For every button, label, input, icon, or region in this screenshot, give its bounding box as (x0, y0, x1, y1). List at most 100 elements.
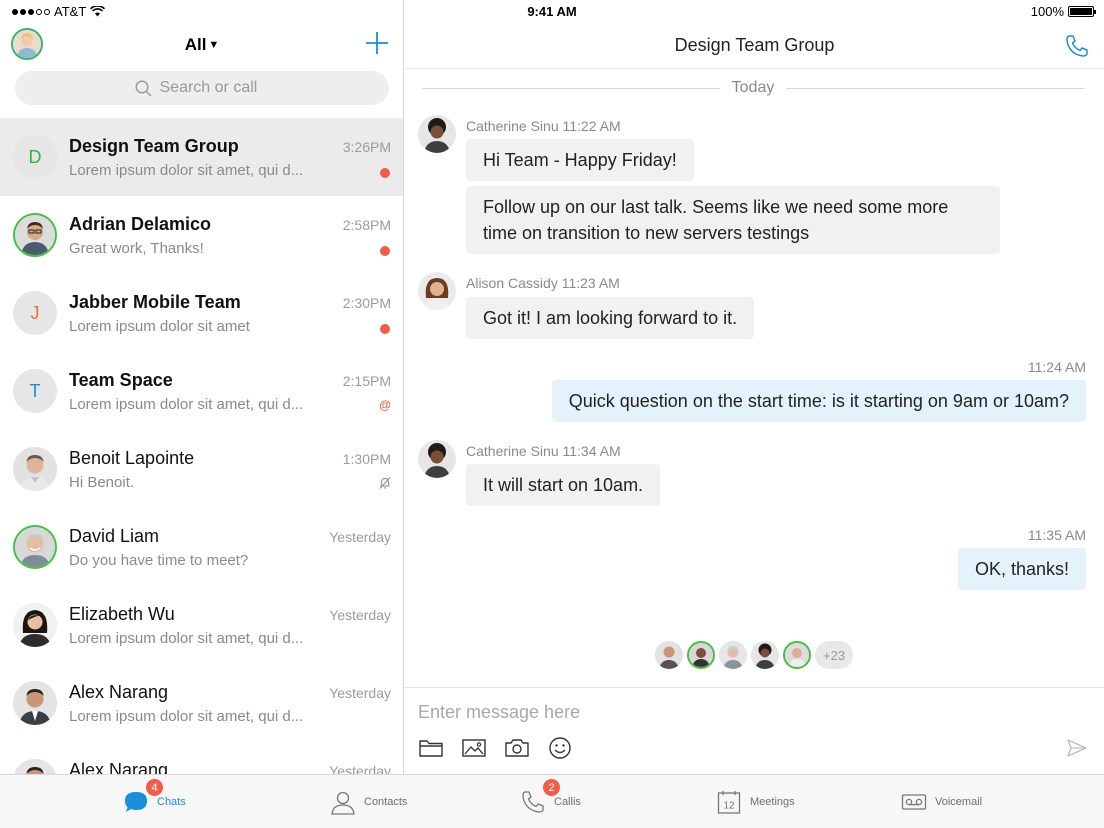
chats-badge: 4 (146, 779, 163, 796)
camera-button[interactable] (504, 736, 530, 760)
svg-text:12: 12 (723, 801, 735, 812)
chat-time: 2:30PM (342, 295, 391, 311)
chat-initial-avatar: D (13, 135, 57, 179)
new-chat-button[interactable] (364, 30, 390, 56)
chat-item-alex-narang-2[interactable]: Alex Narang Yesterday (0, 742, 403, 774)
chat-preview: Great work, Thanks! (69, 240, 204, 257)
chat-preview: Hi Benoit. (69, 474, 135, 491)
filter-label: All (184, 35, 207, 54)
chat-item-elizabeth-wu[interactable]: Elizabeth Wu Lorem ipsum dolor sit amet,… (0, 586, 403, 664)
more-readers-count: +23 (815, 641, 854, 669)
sender-avatar[interactable] (418, 115, 456, 153)
day-separator: Today (422, 79, 1085, 97)
day-separator-label: Today (731, 79, 775, 96)
chat-item-adrian-delamico[interactable]: Adrian Delamico Great work, Thanks! 2:58… (0, 196, 403, 274)
smiley-icon (549, 737, 571, 759)
camera-icon (505, 739, 529, 757)
chat-time: Yesterday (329, 763, 391, 774)
chat-item-alex-narang[interactable]: Alex Narang Lorem ipsum dolor sit amet, … (0, 664, 403, 742)
chat-preview: Lorem ipsum dolor sit amet, qui d... (69, 630, 304, 647)
chat-preview: Lorem ipsum dolor sit amet (69, 318, 250, 335)
folder-icon (419, 740, 443, 757)
message-input[interactable] (418, 698, 1018, 726)
tab-label: Voicemail (935, 796, 983, 808)
tab-label: Chats (157, 796, 186, 808)
chat-item-david-liam[interactable]: David Liam Do you have time to meet? Yes… (0, 508, 403, 586)
avatar (13, 213, 57, 257)
message-sender-meta: Alison Cassidy 11:23 AM (466, 275, 620, 291)
chat-item-jabber-mobile-team[interactable]: J Jabber Mobile Team Lorem ipsum dolor s… (0, 274, 403, 352)
reader-avatar (719, 641, 747, 669)
message-line: Follow up on our last talk. Seems like w… (483, 197, 949, 217)
tab-contacts[interactable]: Contacts (330, 775, 407, 828)
chat-preview: Do you have time to meet? (69, 552, 249, 569)
chat-initial-avatar: J (13, 291, 57, 335)
chat-time: 2:58PM (342, 217, 391, 233)
reader-avatar (783, 641, 811, 669)
message-time: 11:35 AM (1027, 527, 1086, 543)
tab-label: Meetings (750, 796, 795, 808)
message-sender-meta: Catherine Sinu 11:22 AM (466, 118, 621, 134)
chat-time: Yesterday (329, 607, 391, 623)
mention-icon: @ (379, 398, 391, 412)
header-divider (405, 68, 1104, 69)
chat-bubble-icon: 4 (123, 779, 163, 815)
chat-item-design-team-group[interactable]: D Design Team Group Lorem ipsum dolor si… (0, 118, 403, 196)
conversation-title: Design Team Group (674, 35, 835, 55)
chat-list-panel: All▼ D Design Team Group Lorem ipsum dol… (0, 0, 404, 774)
message-bubble[interactable]: Follow up on our last talk. Seems like w… (466, 186, 1000, 254)
chat-name: Jabber Mobile Team (69, 292, 241, 312)
unread-dot (380, 168, 390, 178)
my-message-bubble[interactable]: OK, thanks! (957, 548, 1086, 590)
plus-icon (366, 32, 388, 54)
call-button[interactable] (1064, 33, 1090, 59)
attach-file-button[interactable] (418, 736, 444, 760)
chat-initial-avatar: T (13, 369, 57, 413)
tab-meetings[interactable]: 12 Meetings (716, 775, 795, 828)
reader-avatar (751, 641, 779, 669)
chat-list: D Design Team Group Lorem ipsum dolor si… (0, 118, 403, 774)
tab-chats[interactable]: 4 Chats (123, 775, 186, 828)
avatar (13, 525, 57, 569)
search-bar[interactable] (15, 71, 389, 105)
phone-icon (1066, 35, 1088, 57)
message-time: 11:24 AM (1027, 359, 1086, 375)
message-line: time on transition to new servers testin… (483, 223, 810, 243)
send-button[interactable] (1066, 737, 1088, 759)
chat-time: 3:26PM (342, 139, 391, 155)
sender-avatar[interactable] (418, 272, 456, 310)
caret-down-icon: ▼ (208, 39, 220, 51)
chat-item-team-space[interactable]: T Team Space Lorem ipsum dolor sit amet,… (0, 352, 403, 430)
message-bubble[interactable]: It will start on 10am. (466, 464, 661, 506)
avatar (13, 447, 57, 491)
sender-avatar[interactable] (418, 440, 456, 478)
emoji-button[interactable] (547, 736, 573, 760)
reader-avatar (687, 641, 715, 669)
chat-preview: Lorem ipsum dolor sit amet, qui d... (69, 708, 304, 725)
muted-bell-icon (379, 477, 391, 489)
message-bubble[interactable]: Got it! I am looking forward to it. (466, 297, 755, 339)
chat-list-header: All ▼ (0, 22, 403, 68)
calls-badge: 2 (543, 779, 560, 796)
search-input[interactable] (159, 79, 270, 97)
chat-name: Adrian Delamico (69, 214, 212, 234)
chat-preview: Lorem ipsum dolor sit amet, qui d... (69, 162, 304, 179)
chat-name: Benoit Lapointe (69, 448, 195, 468)
composer-divider (405, 687, 1104, 688)
chat-item-benoit-lapointe[interactable]: Benoit Lapointe Hi Benoit. 1:30PM (0, 430, 403, 508)
tab-label: Callis (554, 796, 581, 808)
filter-dropdown[interactable]: All ▼ (0, 35, 403, 55)
chat-name: David Liam (69, 526, 160, 546)
avatar (13, 681, 57, 725)
person-icon (330, 789, 356, 815)
chat-name: Elizabeth Wu (69, 604, 175, 624)
tab-voicemail[interactable]: Voicemail (901, 775, 982, 828)
chat-time: Yesterday (329, 529, 391, 545)
unread-dot (380, 246, 390, 256)
read-receipts[interactable]: +23 (655, 641, 854, 669)
tab-calls[interactable]: 2 Callis (520, 775, 581, 828)
my-message-bubble[interactable]: Quick question on the start time: is it … (551, 380, 1086, 422)
reader-avatar (655, 641, 683, 669)
message-bubble[interactable]: Hi Team - Happy Friday! (466, 139, 694, 181)
attach-image-button[interactable] (461, 736, 487, 760)
